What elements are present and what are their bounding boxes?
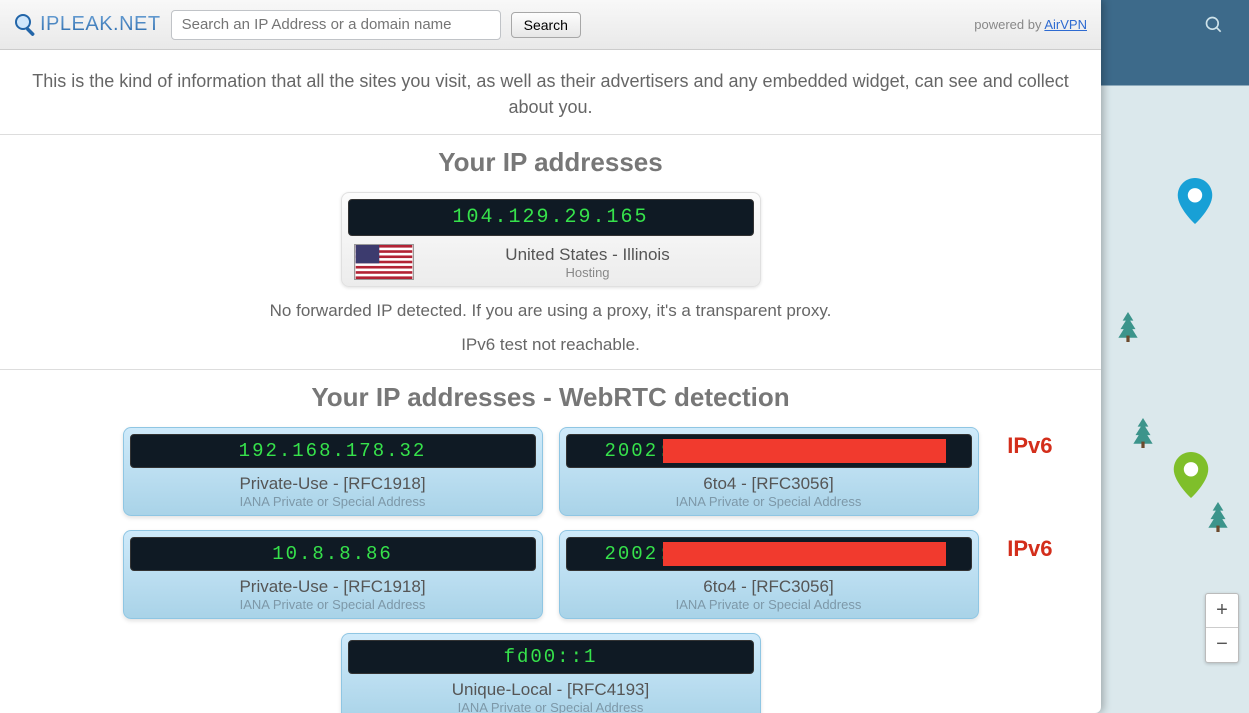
webrtc-ip-label: Unique-Local - [RFC4193] (348, 680, 754, 700)
webrtc-ip-value: 10.8.8.86 (130, 537, 536, 571)
zoom-in-button[interactable]: + (1206, 594, 1238, 628)
logo-text: IPLEAK.NET (40, 13, 161, 36)
forwarded-ip-message: No forwarded IP detected. If you are usi… (0, 301, 1101, 321)
results-panel: IPLEAK.NET Search powered by AirVPN This… (0, 0, 1101, 713)
webrtc-ip-card: 2002: 6to4 - [RFC3056]IANA Private or Spe… (559, 427, 979, 516)
powered-by: powered by AirVPN (974, 17, 1087, 32)
magnifier-icon (14, 13, 38, 37)
webrtc-ip-label: Private-Use - [RFC1918] (130, 474, 536, 494)
ipv6-test-message: IPv6 test not reachable. (0, 335, 1101, 355)
webrtc-ip-sublabel: IANA Private or Special Address (130, 494, 536, 509)
main-ip-hosting: Hosting (428, 265, 748, 280)
powered-by-link[interactable]: AirVPN (1044, 17, 1087, 32)
webrtc-ip-label: Private-Use - [RFC1918] (130, 577, 536, 597)
webrtc-ip-value: 2002: (566, 434, 972, 468)
webrtc-ip-sublabel: IANA Private or Special Address (348, 700, 754, 713)
webrtc-ip-card: 2002: 6to4 - [RFC3056]IANA Private or Spe… (559, 530, 979, 619)
webrtc-ip-value: fd00::1 (348, 640, 754, 674)
main-ip-card: 104.129.29.165 United States - Illinois … (341, 192, 761, 287)
redaction-bar (663, 542, 946, 566)
section-heading-ip: Your IP addresses (0, 147, 1101, 178)
webrtc-ip-value: 192.168.178.32 (130, 434, 536, 468)
webrtc-row: fd00::1Unique-Local - [RFC4193]IANA Priv… (0, 633, 1101, 713)
main-ip-value: 104.129.29.165 (348, 199, 754, 236)
webrtc-ip-label: 6to4 - [RFC3056] (566, 577, 972, 597)
site-logo[interactable]: IPLEAK.NET (14, 13, 161, 37)
map-pin-blue-icon (1177, 178, 1213, 224)
zoom-out-button[interactable]: − (1206, 628, 1238, 662)
map-pin-green-icon (1173, 452, 1209, 498)
main-ip-location: United States - Illinois (428, 245, 748, 265)
ipv6-tag: IPv6 (1007, 536, 1052, 562)
tree-icon (1207, 502, 1229, 532)
webrtc-ip-sublabel: IANA Private or Special Address (130, 597, 536, 612)
webrtc-ip-value: 2002: (566, 537, 972, 571)
us-flag-icon (354, 244, 414, 280)
tree-icon (1117, 312, 1139, 342)
webrtc-row: 10.8.8.86Private-Use - [RFC1918]IANA Pri… (0, 530, 1101, 619)
search-button[interactable]: Search (511, 12, 581, 38)
header-bar: IPLEAK.NET Search powered by AirVPN (0, 0, 1101, 50)
section-heading-webrtc: Your IP addresses - WebRTC detection (0, 382, 1101, 413)
ipv6-tag: IPv6 (1007, 433, 1052, 459)
search-icon[interactable] (1204, 15, 1224, 35)
webrtc-ip-card: fd00::1Unique-Local - [RFC4193]IANA Priv… (341, 633, 761, 713)
webrtc-row: 192.168.178.32Private-Use - [RFC1918]IAN… (0, 427, 1101, 516)
search-input[interactable] (171, 10, 501, 40)
webrtc-ip-card: 10.8.8.86 Private-Use - [RFC1918]IANA Pri… (123, 530, 543, 619)
webrtc-ip-sublabel: IANA Private or Special Address (566, 597, 972, 612)
zoom-control: + − (1205, 593, 1239, 663)
webrtc-ip-card: 192.168.178.32 Private-Use - [RFC1918]IAN… (123, 427, 543, 516)
webrtc-ip-sublabel: IANA Private or Special Address (566, 494, 972, 509)
tree-icon (1132, 418, 1154, 448)
webrtc-ip-label: 6to4 - [RFC3056] (566, 474, 972, 494)
redaction-bar (663, 439, 946, 463)
lead-text: This is the kind of information that all… (0, 50, 1101, 135)
